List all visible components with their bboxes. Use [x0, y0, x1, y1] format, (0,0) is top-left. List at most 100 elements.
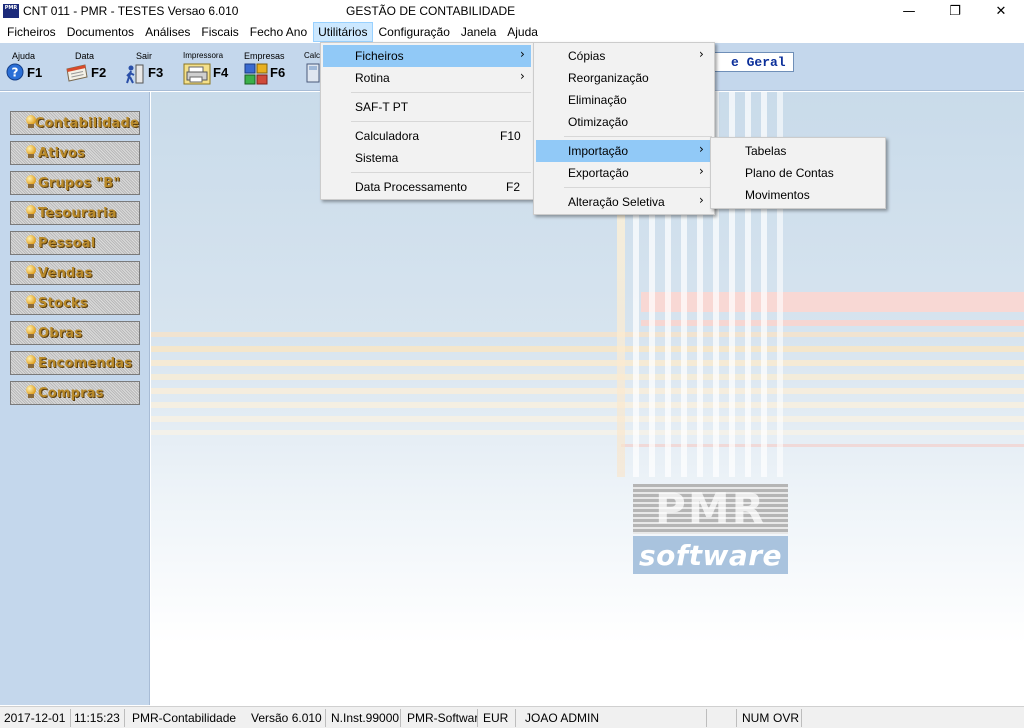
menu-configuracao[interactable]: Configuração [373, 22, 455, 42]
sidebar-item-encomendas[interactable]: Encomendas [10, 351, 140, 375]
sidebar-item-tesouraria[interactable]: Tesouraria [10, 201, 140, 225]
menu-item-shortcut: F10 [500, 129, 521, 143]
menu-item-otimizacao[interactable]: Otimização [536, 111, 712, 133]
menu-item-ficheiros[interactable]: Ficheiros › [323, 45, 531, 67]
menu-item-tabelas[interactable]: Tabelas [713, 140, 883, 162]
printer-key: F4 [213, 65, 229, 80]
sidebar-item-label: Pessoal [38, 235, 96, 251]
sidebar-item-vendas[interactable]: Vendas [10, 261, 140, 285]
calculator-button[interactable]: Calc [303, 51, 321, 87]
chevron-right-icon: › [520, 69, 525, 83]
maximize-button[interactable]: ❐ [932, 0, 978, 22]
help-label: Ajuda [12, 51, 36, 61]
menu-utilitarios[interactable]: Utilitários [313, 22, 374, 42]
printer-label: Impressora [183, 51, 224, 60]
date-button[interactable]: Data F2 [64, 51, 110, 87]
menu-item-label: Movimentos [745, 188, 810, 202]
sidebar-item-pessoal[interactable]: Pessoal [10, 231, 140, 255]
status-currency: EUR [483, 711, 509, 725]
menu-separator [564, 187, 712, 188]
app-icon[interactable]: PMR [3, 4, 19, 18]
minimize-button[interactable]: — [886, 0, 932, 22]
lightbulb-icon [25, 205, 37, 219]
menu-ajuda[interactable]: Ajuda [502, 22, 544, 42]
menu-separator [564, 136, 712, 137]
sidebar-item-label: Tesouraria [38, 205, 117, 221]
sidebar-item-label: Ativos [38, 145, 86, 161]
importacao-submenu: Tabelas Plano de Contas Movimentos [710, 137, 886, 209]
menu-item-copias[interactable]: Cópias › [536, 45, 712, 67]
window-center-title: GESTÃO DE CONTABILIDADE [346, 4, 516, 18]
calendar-icon [66, 64, 88, 82]
sidebar-item-label: Contabilidade [34, 115, 139, 131]
logo-top-text: PMR [655, 484, 766, 533]
date-key: F2 [91, 65, 107, 80]
menu-ficheiros[interactable]: Ficheiros [2, 22, 62, 42]
status-company: PMR-Software [407, 711, 477, 725]
menu-item-importacao[interactable]: Importação › [536, 140, 712, 162]
sidebar-item-compras[interactable]: Compras [10, 381, 140, 405]
printer-button[interactable]: Impressora F4 [182, 51, 232, 87]
menu-item-label: Calculadora [355, 129, 420, 143]
menu-item-plano-de-contas[interactable]: Plano de Contas [713, 162, 883, 184]
status-bar: 2017-12-01 11:15:23 PMR-Contabilidade Ve… [0, 706, 1024, 728]
companies-button[interactable]: Empresas F6 [243, 51, 293, 87]
status-time: 11:15:23 [74, 711, 120, 725]
sidebar-item-label: Compras [38, 385, 104, 401]
menu-item-alteracao-seletiva[interactable]: Alteração Seletiva › [536, 191, 712, 213]
sidebar: Contabilidade Ativos Grupos "B" Tesourar… [0, 92, 150, 705]
lightbulb-icon [25, 295, 37, 309]
pmr-software-logo: PMR software [633, 484, 788, 574]
status-num-lock: NUM [742, 711, 770, 725]
menu-janela[interactable]: Janela [456, 22, 502, 42]
sidebar-item-label: Encomendas [38, 355, 133, 371]
menu-analises[interactable]: Análises [140, 22, 196, 42]
utilitarios-menu: Ficheiros › Rotina › SAF-T PT Calculador… [320, 42, 534, 200]
menu-item-label: Rotina [355, 71, 390, 85]
close-button[interactable]: ✕ [978, 0, 1024, 22]
sidebar-item-ativos[interactable]: Ativos [10, 141, 140, 165]
svg-text:?: ? [12, 66, 19, 80]
menu-documentos[interactable]: Documentos [62, 22, 140, 42]
sidebar-item-label: Obras [38, 325, 83, 341]
sidebar-item-grupos-b[interactable]: Grupos "B" [10, 171, 140, 195]
exit-icon [126, 64, 144, 84]
menu-item-shortcut: F2 [506, 180, 521, 194]
exit-button[interactable]: Sair F3 [124, 51, 168, 87]
date-label: Data [75, 51, 95, 61]
menu-item-calculadora[interactable]: Calculadora F10 [323, 125, 531, 147]
menu-item-movimentos[interactable]: Movimentos [713, 184, 883, 206]
menu-item-rotina[interactable]: Rotina › [323, 67, 531, 89]
menu-item-eliminacao[interactable]: Eliminação [536, 89, 712, 111]
lightbulb-icon [25, 175, 37, 189]
sidebar-item-contabilidade[interactable]: Contabilidade [10, 111, 140, 135]
menu-item-reorganizacao[interactable]: Reorganização [536, 67, 712, 89]
menu-item-label: Importação [568, 144, 629, 158]
sidebar-item-stocks[interactable]: Stocks [10, 291, 140, 315]
status-user: JOAO ADMIN [525, 711, 600, 725]
lightbulb-icon [25, 385, 37, 399]
lightbulb-icon [25, 235, 37, 249]
help-icon: ? [6, 63, 24, 81]
menu-bar: Ficheiros Documentos Análises Fiscais Fe… [0, 22, 1024, 42]
calculator-icon [306, 63, 320, 83]
exit-label: Sair [136, 51, 153, 61]
menu-item-saft-pt[interactable]: SAF-T PT [323, 96, 531, 118]
chevron-right-icon: › [699, 142, 704, 156]
sidebar-item-obras[interactable]: Obras [10, 321, 140, 345]
help-button[interactable]: Ajuda ? F1 [5, 51, 50, 87]
menu-item-exportacao[interactable]: Exportação › [536, 162, 712, 184]
menu-item-label: Data Processamento [355, 180, 468, 194]
help-key: F1 [27, 65, 43, 80]
chevron-right-icon: › [699, 164, 704, 178]
ficheiros-submenu: Cópias › Reorganização Eliminação Otimiz… [533, 42, 715, 215]
menu-fiscais[interactable]: Fiscais [196, 22, 244, 42]
status-date: 2017-12-01 [4, 711, 66, 725]
menu-item-sistema[interactable]: Sistema [323, 147, 531, 169]
menu-item-label: SAF-T PT [355, 100, 409, 114]
sidebar-item-label: Vendas [38, 265, 93, 281]
menu-item-data-processamento[interactable]: Data Processamento F2 [323, 176, 531, 198]
menu-fecho-ano[interactable]: Fecho Ano [245, 22, 313, 42]
menu-item-label: Sistema [355, 151, 399, 165]
logo-bottom-text: software [638, 538, 783, 572]
